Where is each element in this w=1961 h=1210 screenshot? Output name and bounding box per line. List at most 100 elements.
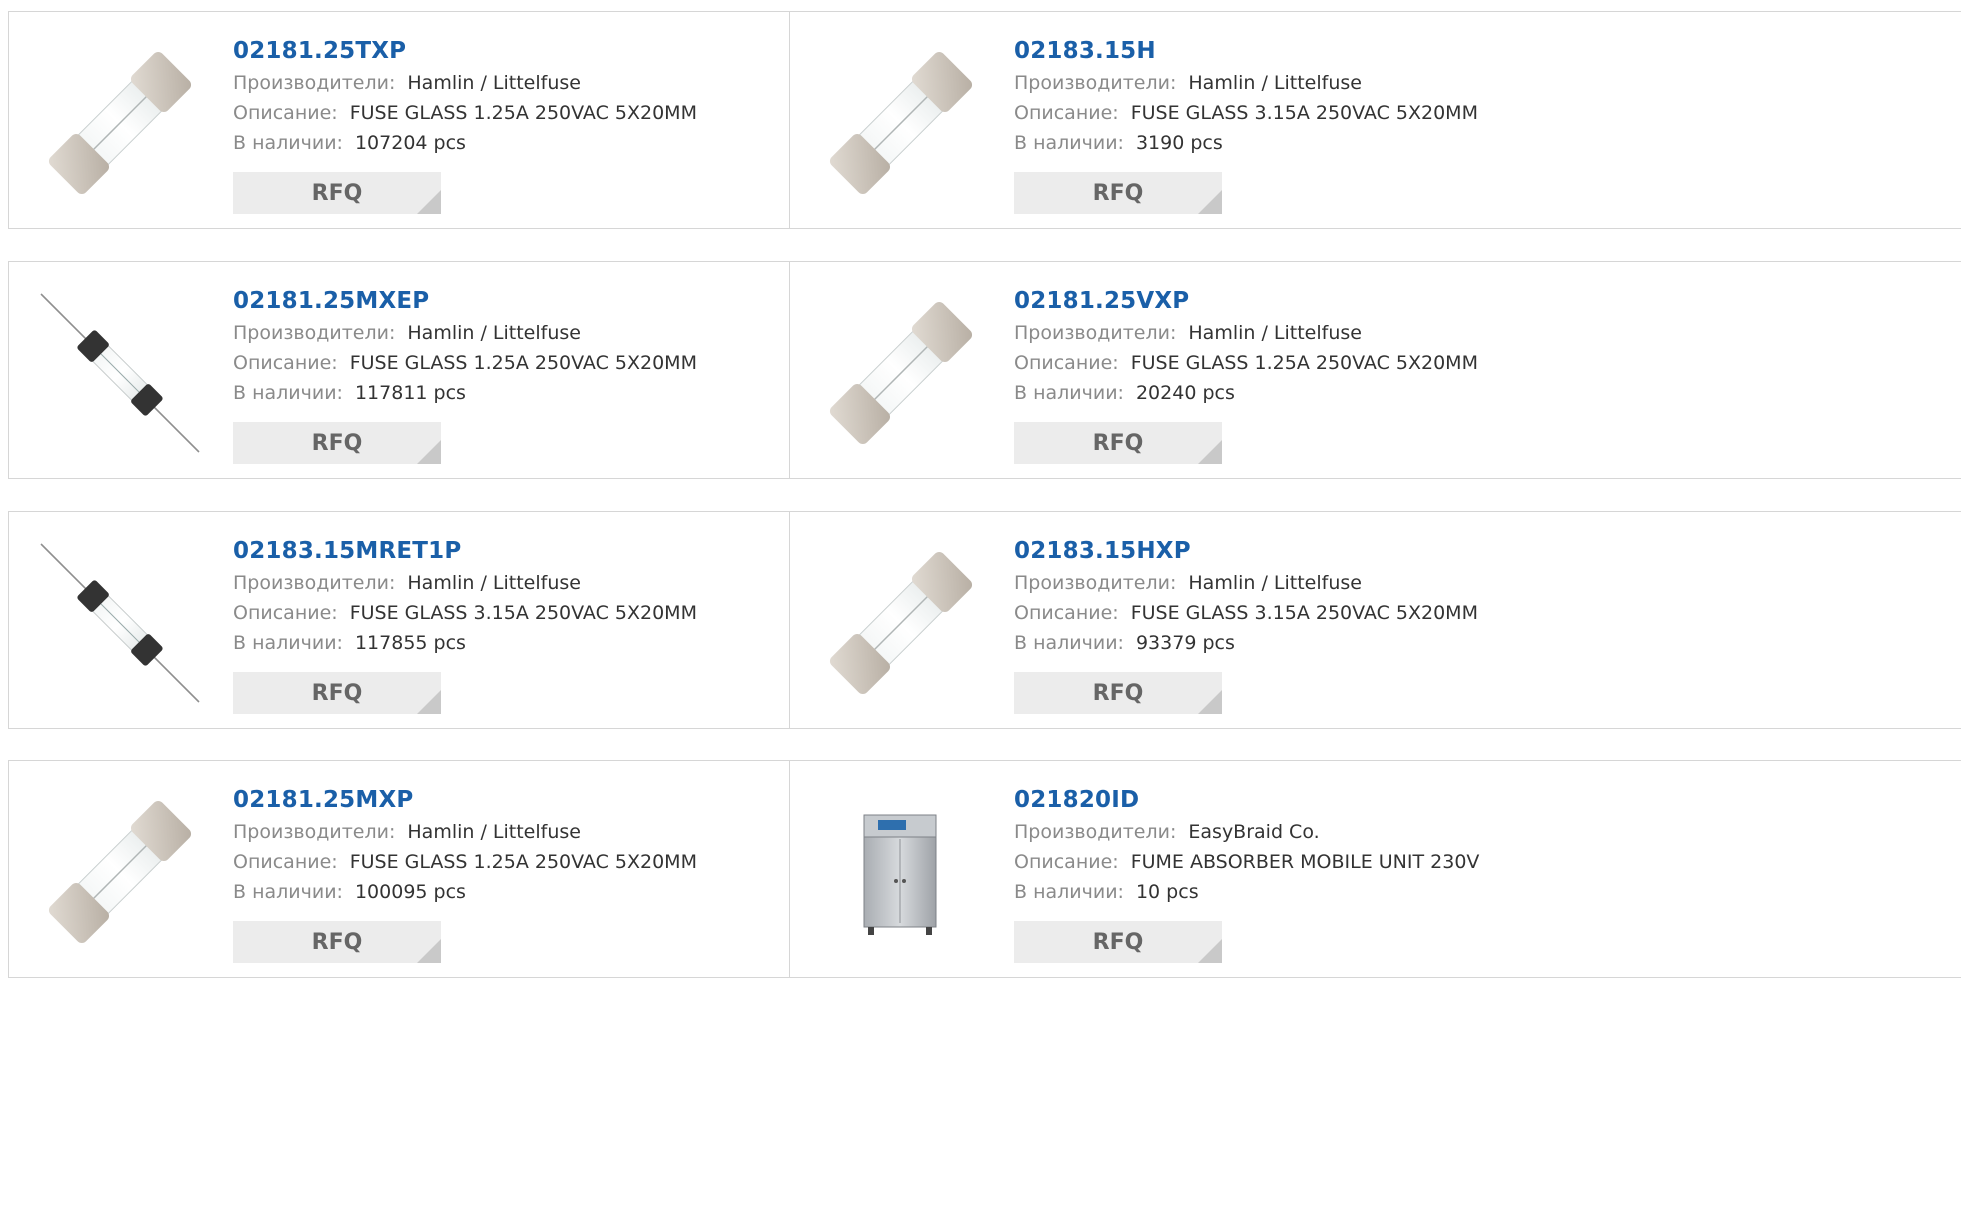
description-label: Описание: <box>1014 352 1119 374</box>
product-part-link[interactable]: 02181.25VXP <box>1014 284 1478 318</box>
rfq-button-label: RFQ <box>1092 680 1144 706</box>
manufacturer-line: Производители: Hamlin / Littelfuse <box>1014 568 1478 598</box>
stock-value: 10 pcs <box>1135 881 1199 903</box>
manufacturer-label: Производители: <box>233 72 396 94</box>
rfq-button[interactable]: RFQ <box>1014 921 1222 963</box>
product-card: 02183.15HXP Производители: Hamlin / Litte… <box>790 512 1961 728</box>
manufacturer-label: Производители: <box>1014 72 1177 94</box>
rfq-button[interactable]: RFQ <box>233 672 441 714</box>
product-image[interactable] <box>818 40 984 206</box>
product-image[interactable] <box>37 540 203 706</box>
product-part-link[interactable]: 02183.15MRET1P <box>233 534 697 568</box>
product-part-link[interactable]: 021820ID <box>1014 783 1479 817</box>
description-line: Описание: FUSE GLASS 3.15A 250VAC 5X20MM <box>1014 98 1478 128</box>
product-image[interactable] <box>818 789 984 955</box>
description-value: FUSE GLASS 1.25A 250VAC 5X20MM <box>349 851 697 873</box>
description-line: Описание: FUSE GLASS 3.15A 250VAC 5X20MM <box>1014 598 1478 628</box>
manufacturer-line: Производители: Hamlin / Littelfuse <box>233 568 697 598</box>
stock-value: 20240 pcs <box>1135 382 1235 404</box>
stock-line: В наличии: 117855 pcs <box>233 628 697 658</box>
description-label: Описание: <box>233 102 338 124</box>
manufacturer-line: Производители: Hamlin / Littelfuse <box>233 817 697 847</box>
manufacturer-line: Производители: Hamlin / Littelfuse <box>1014 318 1478 348</box>
description-label: Описание: <box>233 602 338 624</box>
description-label: Описание: <box>1014 602 1119 624</box>
manufacturer-label: Производители: <box>233 322 396 344</box>
stock-label: В наличии: <box>233 132 343 154</box>
product-part-link[interactable]: 02181.25TXP <box>233 34 697 68</box>
description-label: Описание: <box>1014 851 1119 873</box>
description-value: FUSE GLASS 1.25A 250VAC 5X20MM <box>349 352 697 374</box>
corner-decoration <box>417 440 441 464</box>
description-line: Описание: FUSE GLASS 1.25A 250VAC 5X20MM <box>233 348 697 378</box>
product-card: 02181.25MXEP Производители: Hamlin / Litt… <box>9 262 790 478</box>
corner-decoration <box>1198 690 1222 714</box>
rfq-button[interactable]: RFQ <box>233 422 441 464</box>
description-label: Описание: <box>1014 102 1119 124</box>
product-image[interactable] <box>37 290 203 456</box>
product-part-link[interactable]: 02181.25MXP <box>233 783 697 817</box>
corner-decoration <box>417 939 441 963</box>
manufacturer-label: Производители: <box>1014 821 1177 843</box>
description-line: Описание: FUME ABSORBER MOBILE UNIT 230V <box>1014 847 1479 877</box>
manufacturer-value: Hamlin / Littelfuse <box>407 821 581 843</box>
rfq-button[interactable]: RFQ <box>233 921 441 963</box>
corner-decoration <box>1198 440 1222 464</box>
manufacturer-line: Производители: Hamlin / Littelfuse <box>233 318 697 348</box>
manufacturer-label: Производители: <box>233 821 396 843</box>
product-image[interactable] <box>37 40 203 206</box>
stock-value: 100095 pcs <box>354 881 466 903</box>
manufacturer-value: Hamlin / Littelfuse <box>1188 72 1362 94</box>
rfq-button[interactable]: RFQ <box>233 172 441 214</box>
description-value: FUSE GLASS 3.15A 250VAC 5X20MM <box>1130 602 1478 624</box>
stock-label: В наличии: <box>233 632 343 654</box>
manufacturer-value: Hamlin / Littelfuse <box>407 572 581 594</box>
stock-line: В наличии: 117811 pcs <box>233 378 697 408</box>
stock-value: 117855 pcs <box>354 632 466 654</box>
manufacturer-value: Hamlin / Littelfuse <box>1188 322 1362 344</box>
rfq-button-label: RFQ <box>311 680 363 706</box>
description-line: Описание: FUSE GLASS 1.25A 250VAC 5X20MM <box>1014 348 1478 378</box>
stock-line: В наличии: 10 pcs <box>1014 877 1479 907</box>
product-image[interactable] <box>818 540 984 706</box>
rfq-button[interactable]: RFQ <box>1014 672 1222 714</box>
corner-decoration <box>1198 190 1222 214</box>
product-card: 02183.15MRET1P Производители: Hamlin / Li… <box>9 512 790 728</box>
manufacturer-value: Hamlin / Littelfuse <box>1188 572 1362 594</box>
manufacturer-line: Производители: Hamlin / Littelfuse <box>233 68 697 98</box>
product-part-link[interactable]: 02183.15HXP <box>1014 534 1478 568</box>
stock-line: В наличии: 93379 pcs <box>1014 628 1478 658</box>
stock-label: В наличии: <box>1014 382 1124 404</box>
product-card: 02183.15H Производители: Hamlin / Littelf… <box>790 12 1961 228</box>
manufacturer-label: Производители: <box>233 572 396 594</box>
stock-line: В наличии: 3190 pcs <box>1014 128 1478 158</box>
product-card: 02181.25VXP Производители: Hamlin / Litte… <box>790 262 1961 478</box>
product-image[interactable] <box>818 290 984 456</box>
description-label: Описание: <box>233 851 338 873</box>
corner-decoration <box>417 690 441 714</box>
manufacturer-label: Производители: <box>1014 322 1177 344</box>
product-image[interactable] <box>37 789 203 955</box>
product-part-link[interactable]: 02183.15H <box>1014 34 1478 68</box>
stock-value: 117811 pcs <box>354 382 466 404</box>
rfq-button-label: RFQ <box>1092 180 1144 206</box>
rfq-button[interactable]: RFQ <box>1014 172 1222 214</box>
description-value: FUSE GLASS 3.15A 250VAC 5X20MM <box>1130 102 1478 124</box>
manufacturer-value: EasyBraid Co. <box>1188 821 1320 843</box>
product-row: 02183.15MRET1P Производители: Hamlin / Li… <box>8 511 1961 729</box>
product-part-link[interactable]: 02181.25MXEP <box>233 284 697 318</box>
corner-decoration <box>1198 939 1222 963</box>
description-value: FUME ABSORBER MOBILE UNIT 230V <box>1130 851 1480 873</box>
manufacturer-value: Hamlin / Littelfuse <box>407 322 581 344</box>
rfq-button-label: RFQ <box>311 929 363 955</box>
rfq-button[interactable]: RFQ <box>1014 422 1222 464</box>
stock-value: 93379 pcs <box>1135 632 1235 654</box>
description-value: FUSE GLASS 1.25A 250VAC 5X20MM <box>349 102 697 124</box>
product-row: 02181.25MXP Производители: Hamlin / Litte… <box>8 760 1961 978</box>
stock-label: В наличии: <box>1014 881 1124 903</box>
stock-label: В наличии: <box>233 881 343 903</box>
corner-decoration <box>417 190 441 214</box>
description-line: Описание: FUSE GLASS 3.15A 250VAC 5X20MM <box>233 598 697 628</box>
manufacturer-line: Производители: EasyBraid Co. <box>1014 817 1479 847</box>
description-label: Описание: <box>233 352 338 374</box>
